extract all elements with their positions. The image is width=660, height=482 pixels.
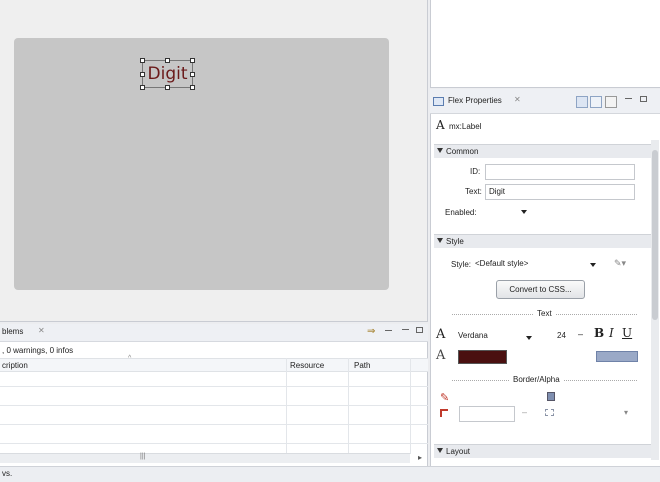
font-size-value: 24 <box>557 331 566 340</box>
font-color-icon: A <box>436 348 446 363</box>
column-resource[interactable]: Resource <box>290 361 324 370</box>
style-edit-icon[interactable]: ✎▾ <box>614 258 626 269</box>
resize-handle-se[interactable] <box>190 85 195 90</box>
text-align-buttons[interactable] <box>596 351 638 362</box>
convert-to-css-button[interactable]: Convert to CSS... <box>496 280 585 299</box>
chevron-down-icon <box>521 210 527 214</box>
style-dropdown[interactable]: <Default style> <box>475 257 608 271</box>
underline-button[interactable]: U <box>622 326 632 340</box>
chevron-down-icon <box>590 263 596 267</box>
column-divider <box>286 358 287 454</box>
table-row <box>0 424 428 425</box>
resize-handle-w[interactable] <box>140 72 145 77</box>
column-description[interactable]: cription <box>2 361 28 370</box>
font-size-dropdown[interactable]: 24 – <box>557 329 587 344</box>
bold-button[interactable]: B <box>594 326 604 340</box>
resize-handle-n[interactable] <box>165 58 170 63</box>
text-field[interactable]: Digit <box>485 184 635 200</box>
table-row <box>0 386 428 387</box>
expand-icon <box>437 148 443 153</box>
component-type: mx:Label <box>449 122 482 131</box>
standard-view-icon[interactable] <box>576 96 588 108</box>
section-layout[interactable]: Layout <box>434 444 652 458</box>
minimize-icon[interactable] <box>402 329 409 331</box>
corner-radius-icon <box>440 409 448 417</box>
view-menu-icon[interactable] <box>385 330 392 331</box>
properties-tab[interactable]: Flex Properties <box>448 96 502 105</box>
font-color-swatch[interactable] <box>458 350 507 364</box>
border-color-icon[interactable]: ✎ <box>440 391 449 404</box>
section-style-label: Style <box>446 237 464 246</box>
digit-label-text: Digit <box>147 64 188 84</box>
sort-indicator-icon: ^ <box>128 355 132 362</box>
minimize-icon[interactable] <box>625 98 632 100</box>
enabled-dropdown[interactable] <box>486 205 530 219</box>
status-text: vs. <box>2 469 13 478</box>
table-row <box>0 405 428 406</box>
column-divider <box>410 358 411 454</box>
properties-tab-bar: Flex Properties ✕ <box>430 89 660 114</box>
close-tab-icon[interactable]: ✕ <box>514 95 521 104</box>
problems-tab-bar: blems ✕ ⇒ <box>0 324 428 342</box>
problems-summary: , 0 warnings, 0 infos <box>2 346 74 355</box>
section-common-label: Common <box>446 147 479 156</box>
scroll-grip-icon: ||| <box>140 453 146 460</box>
resize-handle-e[interactable] <box>190 72 195 77</box>
border-style-dropdown[interactable]: ▾ <box>558 406 629 422</box>
enabled-label: Enabled: <box>445 208 477 217</box>
radius-stepper-icon[interactable]: – <box>522 407 527 417</box>
filter-icon[interactable]: ⇒ <box>367 326 375 337</box>
resize-handle-ne[interactable] <box>190 58 195 63</box>
text-label: Text: <box>465 187 482 196</box>
chevron-down-icon <box>526 336 532 340</box>
properties-icon <box>433 97 444 106</box>
resize-handle-s[interactable] <box>165 85 170 90</box>
font-family-dropdown[interactable]: Verdana <box>458 331 542 344</box>
id-label: ID: <box>470 167 481 176</box>
properties-scroll-thumb[interactable] <box>652 150 658 320</box>
alphabetical-view-icon[interactable] <box>605 96 617 108</box>
horizontal-scrollbar[interactable]: ||| <box>0 453 410 463</box>
section-layout-label: Layout <box>446 447 471 456</box>
status-bar: vs. <box>0 466 660 482</box>
font-family-value: Verdana <box>458 331 488 340</box>
chevron-down-icon: ▾ <box>624 408 629 417</box>
italic-button[interactable]: I <box>609 326 614 340</box>
scroll-right-icon[interactable]: ▸ <box>418 453 422 462</box>
border-alpha-header: Border/Alpha <box>510 375 563 384</box>
design-canvas[interactable] <box>14 38 389 290</box>
maximize-icon[interactable] <box>416 327 423 333</box>
corner-radius-field[interactable] <box>459 406 515 422</box>
resize-handle-sw[interactable] <box>140 85 145 90</box>
alpha-icon[interactable] <box>547 392 555 401</box>
digit-label-component[interactable]: Digit <box>140 58 195 90</box>
resize-handle-nw[interactable] <box>140 58 145 63</box>
section-common[interactable]: Common <box>434 144 652 158</box>
border-style-icon <box>545 409 554 416</box>
outline-pane <box>430 0 660 88</box>
label-type-icon: A <box>436 118 445 132</box>
id-field[interactable] <box>485 164 635 180</box>
size-arrow-icon: – <box>578 329 584 339</box>
font-icon: A <box>436 327 446 342</box>
table-row <box>0 443 428 444</box>
style-label: Style: <box>451 260 472 269</box>
column-path[interactable]: Path <box>354 361 370 370</box>
expand-icon <box>437 448 443 453</box>
style-value: <Default style> <box>475 259 529 268</box>
section-style[interactable]: Style <box>434 234 652 248</box>
category-view-icon[interactable] <box>590 96 602 108</box>
column-divider <box>348 358 349 454</box>
expand-icon <box>437 238 443 243</box>
text-group-header: Text <box>534 309 555 318</box>
close-tab-icon[interactable]: ✕ <box>38 326 45 335</box>
problems-table-header: cription ^ Resource Path <box>0 355 428 372</box>
maximize-icon[interactable] <box>640 96 647 102</box>
problems-tab[interactable]: blems <box>2 327 23 336</box>
